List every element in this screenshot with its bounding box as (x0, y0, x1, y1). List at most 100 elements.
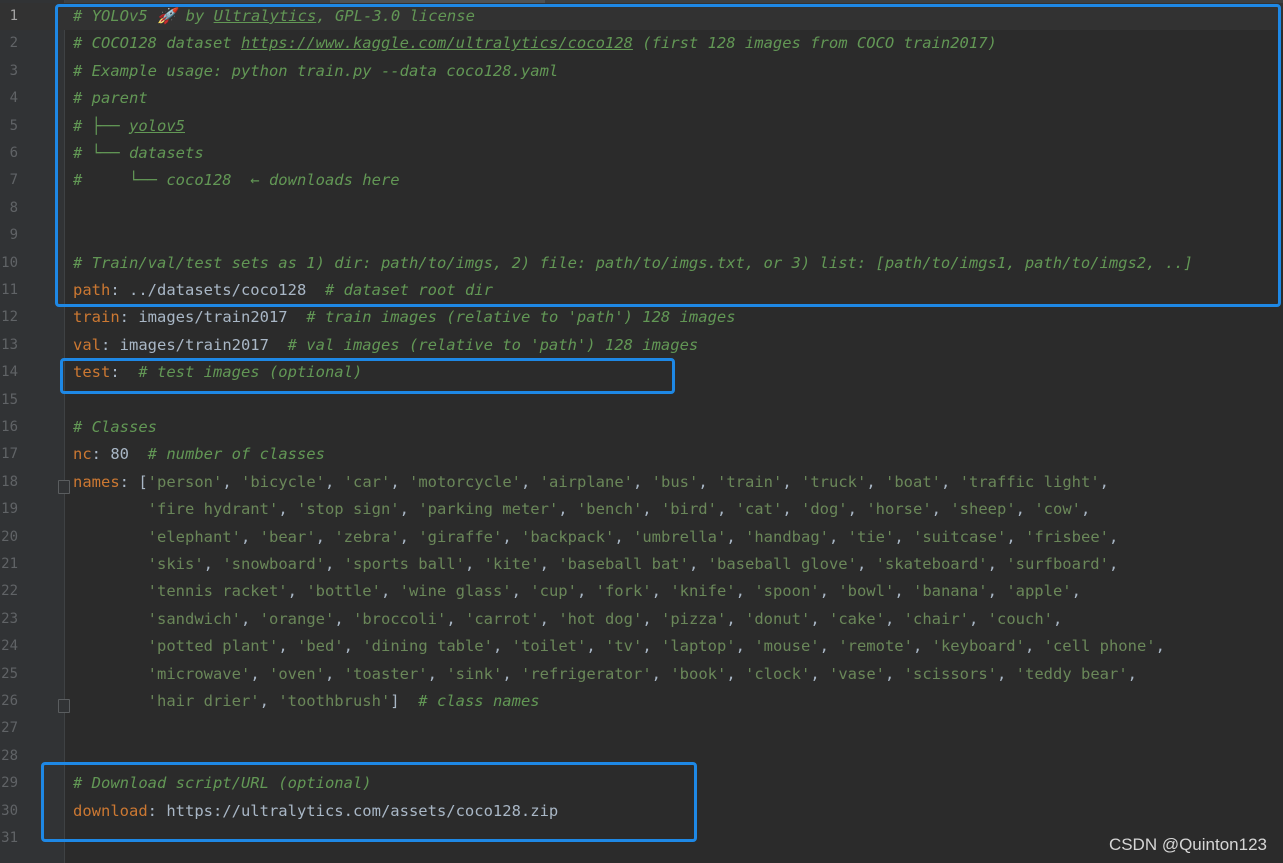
line-number: 26 (1, 693, 18, 709)
line-number: 14 (1, 364, 18, 381)
token-str: 'scissors' (903, 664, 997, 683)
token-plain: , (250, 664, 269, 683)
highlight-box-download (41, 762, 697, 842)
token-plain: , (1015, 500, 1035, 519)
token-str: 'refrigerator' (521, 664, 652, 683)
code-line[interactable]: 25 'microwave', 'oven', 'toaster', 'sink… (0, 661, 1283, 688)
token-str: 'skis' (147, 555, 204, 573)
token-plain: , (380, 582, 400, 601)
token-plain: , (324, 664, 344, 683)
token-plain: : images/train2017 (101, 335, 288, 354)
code-line[interactable]: 26 'hair drier', 'toothbrush'] # class n… (0, 688, 1283, 715)
token-plain: , (856, 555, 876, 573)
code-text: # Classes (73, 414, 157, 441)
token-plain: , (614, 527, 633, 546)
code-line[interactable]: 16 # Classes (0, 414, 1283, 441)
token-str: 'wine glass' (399, 582, 512, 601)
line-number: 17 (1, 446, 18, 463)
code-line[interactable]: 24 'potted plant', 'bed', 'dining table'… (0, 633, 1283, 660)
token-plain: , (642, 609, 661, 628)
token-plain: , (558, 500, 577, 519)
token-str: 'motorcycle' (409, 472, 521, 491)
token-str: 'bottle' (306, 582, 381, 601)
token-str: 'oven' (268, 664, 325, 683)
token-plain: , (782, 472, 802, 491)
token-plain: , (912, 637, 932, 656)
token-str: 'baseball bat' (558, 555, 689, 573)
code-line[interactable]: 17 nc: 80 # number of classes (0, 441, 1283, 468)
code-text: 'elephant', 'bear', 'zebra', 'giraffe', … (73, 524, 1119, 551)
token-str: 'handbag' (745, 527, 829, 546)
token-plain: , (819, 582, 839, 601)
code-line[interactable]: 21 'skis', 'snowboard', 'sports ball', '… (0, 551, 1283, 578)
token-str: 'broccoli' (352, 609, 447, 628)
line-number: 27 (1, 720, 18, 737)
code-line[interactable]: 13 val: images/train2017 # val images (re… (0, 332, 1283, 359)
token-str: 'toothbrush' (278, 692, 391, 710)
token-str: 'clock' (745, 664, 811, 683)
line-number: 30 (1, 802, 18, 819)
token-plain: , (464, 555, 484, 573)
token-str: 'traffic light' (959, 472, 1100, 491)
token-str: 'umbrella' (633, 527, 727, 546)
token-plain: , (968, 609, 988, 628)
line-number: 6 (9, 145, 18, 161)
token-plain: , (726, 527, 745, 546)
token-plain: : images/train2017 (119, 308, 307, 327)
token-str: 'couch' (987, 609, 1053, 628)
code-line[interactable]: 23 'sandwich', 'orange', 'broccoli', 'ca… (0, 606, 1283, 633)
fold-end-icon[interactable] (58, 699, 70, 713)
token-str: 'tennis racket' (147, 582, 288, 601)
token-comment: # val images (relative to 'path') 128 im… (287, 335, 699, 354)
token-plain: , (642, 637, 661, 656)
line-number: 28 (1, 747, 18, 764)
code-text: 'fire hydrant', 'stop sign', 'parking me… (73, 496, 1091, 523)
token-plain: , (1099, 472, 1110, 491)
code-line[interactable]: 19 'fire hydrant', 'stop sign', 'parking… (0, 496, 1283, 523)
token-str: 'laptop' (660, 637, 736, 656)
token-plain: , (1108, 555, 1119, 573)
code-line[interactable]: 22 'tennis racket', 'bottle', 'wine glas… (0, 578, 1283, 605)
code-text: 'tennis racket', 'bottle', 'wine glass',… (73, 578, 1081, 605)
token-str: 'bench' (576, 500, 643, 519)
fold-start-icon[interactable] (58, 480, 70, 494)
token-str: 'microwave' (147, 664, 251, 683)
token-plain: , (287, 582, 307, 601)
token-plain: , (642, 500, 661, 519)
token-str: 'vase' (829, 664, 885, 683)
token-plain: , (651, 664, 671, 683)
code-line[interactable]: 20 'elephant', 'bear', 'zebra', 'giraffe… (0, 524, 1283, 551)
token-str: 'bus' (651, 472, 699, 491)
token-plain: , (399, 527, 419, 546)
token-str: 'truck' (801, 472, 867, 491)
token-plain: , (492, 637, 512, 656)
line-number: 15 (1, 391, 18, 408)
code-text: 'microwave', 'oven', 'toaster', 'sink', … (73, 661, 1137, 688)
token-plain: ] (390, 692, 419, 710)
token-comment: # train images (relative to 'path') 128 … (306, 308, 736, 327)
code-line[interactable]: 12 train: images/train2017 # train images… (0, 304, 1283, 331)
token-str: 'cake' (828, 609, 885, 628)
token-str: 'backpack' (521, 527, 615, 546)
token-plain: , (997, 664, 1016, 683)
token-str: 'bowl' (838, 582, 895, 601)
token-plain: , (315, 527, 335, 546)
token-str: 'parking meter' (418, 500, 559, 519)
line-number: 7 (9, 172, 18, 189)
token-key: nc (73, 445, 92, 464)
token-str: 'spoon' (754, 582, 820, 601)
token-plain: , (726, 664, 745, 683)
token-plain: , (324, 555, 344, 573)
token-str: 'cow' (1034, 500, 1081, 519)
token-plain: , (810, 664, 829, 683)
line-number: 25 (1, 665, 18, 682)
token-str: 'car' (343, 472, 391, 491)
code-line[interactable]: 18 names: ['person', 'bicycle', 'car', 'm… (0, 469, 1283, 496)
token-str: 'bicycle' (241, 472, 325, 491)
token-str: 'mouse' (754, 637, 820, 656)
code-line[interactable]: 27 (0, 715, 1283, 742)
